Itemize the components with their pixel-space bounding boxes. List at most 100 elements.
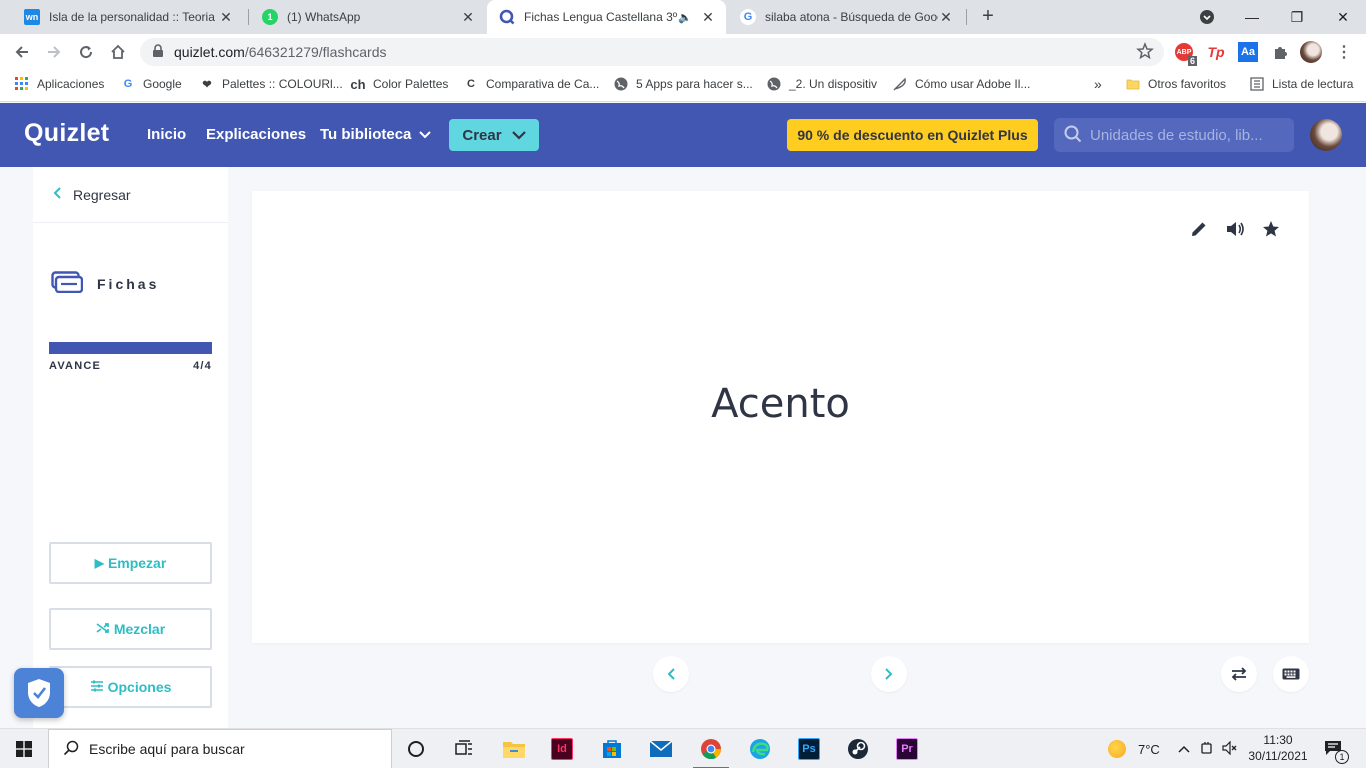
microsoft-store-taskbar-icon[interactable] xyxy=(588,729,636,768)
puzzle-extensions-icon[interactable] xyxy=(1270,42,1290,62)
bookmark-palettes-colourl[interactable]: ❤ Palettes :: COLOURl... xyxy=(199,70,342,98)
security-shield-icon[interactable] xyxy=(14,668,64,718)
windows-start-button[interactable] xyxy=(0,729,48,768)
taskbar-clock[interactable]: 11:30 30/11/2021 xyxy=(1248,732,1308,764)
edit-pencil-icon[interactable] xyxy=(1187,217,1211,241)
adblock-extension-icon[interactable]: ABP 6 xyxy=(1174,42,1197,66)
tab-quizlet-fichas[interactable]: Fichas Lengua Castellana 3º ... 🔈 ✕ xyxy=(487,0,726,34)
flip-swap-button[interactable] xyxy=(1221,656,1257,692)
tab-isla-personalidad[interactable]: wn Isla de la personalidad :: Teoria TI … xyxy=(12,0,244,34)
create-button[interactable]: Crear xyxy=(449,119,539,151)
nav-inicio[interactable]: Inicio xyxy=(147,126,186,143)
chrome-taskbar-icon[interactable] xyxy=(687,729,735,768)
new-tab-button[interactable]: + xyxy=(976,5,1000,29)
quizlet-header: Quizlet Inicio Explicaciones Tu bibliote… xyxy=(0,103,1366,167)
keyboard-shortcuts-button[interactable] xyxy=(1273,656,1309,692)
start-button[interactable]: ▶ Empezar xyxy=(49,542,212,584)
wn-favicon-icon: wn xyxy=(24,9,40,25)
restore-button[interactable]: ❐ xyxy=(1274,0,1320,34)
notification-count: 1 xyxy=(1335,749,1349,764)
bookmark-color-palettes[interactable]: ch Color Palettes xyxy=(350,70,448,98)
tp-extension-icon[interactable]: Tp xyxy=(1206,42,1226,62)
profile-avatar[interactable] xyxy=(1300,41,1322,63)
windows-search-input[interactable] xyxy=(89,741,379,757)
bookmark-google[interactable]: G Google xyxy=(120,70,182,98)
tab-whatsapp[interactable]: 1 (1) WhatsApp ✕ xyxy=(250,0,486,34)
close-window-button[interactable]: ✕ xyxy=(1320,0,1366,34)
bookmark-aplicaciones[interactable]: Aplicaciones xyxy=(14,70,104,98)
cortana-button[interactable] xyxy=(392,729,440,768)
nav-explicaciones[interactable]: Explicaciones xyxy=(206,126,306,143)
bookmark-adobe-illustrator[interactable]: Cómo usar Adobe Il... xyxy=(892,70,1030,98)
tab-title: Isla de la personalidad :: Teoria TI xyxy=(49,10,218,24)
chevron-up-icon[interactable] xyxy=(1178,742,1190,756)
lock-icon[interactable] xyxy=(152,43,164,61)
reload-icon[interactable] xyxy=(72,38,100,66)
home-icon[interactable] xyxy=(104,38,132,66)
audio-speaker-icon[interactable] xyxy=(1223,217,1247,241)
shuffle-icon xyxy=(96,622,110,637)
aa-extension-icon[interactable]: Aa xyxy=(1238,42,1258,62)
edge-taskbar-icon[interactable] xyxy=(736,729,784,768)
close-icon[interactable]: ✕ xyxy=(938,9,954,26)
tab-title: (1) WhatsApp xyxy=(287,10,361,24)
previous-card-button[interactable] xyxy=(653,656,689,692)
back-arrow-icon[interactable] xyxy=(8,38,36,66)
file-explorer-taskbar-icon[interactable] xyxy=(490,729,538,768)
tab-title: silaba atona - Búsqueda de Google xyxy=(765,10,938,24)
weather-sun-icon[interactable] xyxy=(1108,740,1126,758)
heart-icon: ❤ xyxy=(202,78,212,91)
search-icon xyxy=(63,740,79,759)
star-favorite-icon[interactable] xyxy=(1259,217,1283,241)
menu-kebab-icon[interactable]: ⋮ xyxy=(1334,42,1354,62)
study-mode-selector[interactable]: Fichas xyxy=(51,271,159,296)
play-icon: ▶ xyxy=(94,556,104,570)
bookmark-otros-favoritos[interactable]: Otros favoritos xyxy=(1125,70,1226,98)
volume-muted-icon[interactable] xyxy=(1222,740,1238,758)
tab-google-search[interactable]: G silaba atona - Búsqueda de Google ✕ xyxy=(728,0,964,34)
bookmark-un-dispositiv[interactable]: _2. Un dispositiv xyxy=(766,70,877,98)
action-center-button[interactable]: 1 xyxy=(1312,729,1354,768)
address-bar[interactable]: quizlet.com/646321279/flashcards xyxy=(140,38,1164,66)
premiere-taskbar-icon[interactable]: Pr xyxy=(883,729,931,768)
bookmarks-overflow-button[interactable]: » xyxy=(1094,70,1102,98)
bookmark-comparativa[interactable]: C Comparativa de Ca... xyxy=(463,70,599,98)
reading-list-button[interactable]: Lista de lectura xyxy=(1249,70,1353,98)
speaker-icon[interactable]: 🔈 xyxy=(678,11,692,24)
windows-search-box[interactable] xyxy=(48,729,392,768)
quizlet-logo[interactable]: Quizlet xyxy=(24,119,109,148)
quizlet-plus-promo-button[interactable]: 90 % de descuento en Quizlet Plus xyxy=(787,119,1038,151)
whatsapp-favicon-icon: 1 xyxy=(262,9,278,25)
study-mode-label: Fichas xyxy=(97,275,160,292)
options-button[interactable]: Opciones xyxy=(49,666,212,708)
user-avatar[interactable] xyxy=(1310,119,1342,151)
close-icon[interactable]: ✕ xyxy=(700,9,716,26)
back-link[interactable]: Regresar xyxy=(33,167,228,223)
system-tray: 7°C xyxy=(1108,729,1238,768)
bookmark-star-icon[interactable] xyxy=(1136,41,1154,63)
browser-tab-strip: wn Isla de la personalidad :: Teoria TI … xyxy=(0,0,1366,34)
nav-tu-biblioteca[interactable]: Tu biblioteca xyxy=(320,126,432,143)
photoshop-taskbar-icon[interactable]: Ps xyxy=(785,729,833,768)
progress-fill xyxy=(49,342,212,354)
quizlet-search-box[interactable] xyxy=(1054,118,1294,152)
study-sidebar: Regresar Fichas AVANCE 4/4 ▶ Empezar Mez… xyxy=(33,167,228,728)
close-icon[interactable]: ✕ xyxy=(218,9,234,26)
task-view-button[interactable] xyxy=(440,729,488,768)
steam-taskbar-icon[interactable] xyxy=(834,729,882,768)
shuffle-button[interactable]: Mezclar xyxy=(49,608,212,650)
minimize-button[interactable]: — xyxy=(1229,0,1275,34)
close-icon[interactable]: ✕ xyxy=(460,9,476,26)
search-input[interactable] xyxy=(1090,126,1290,144)
battery-plug-icon[interactable] xyxy=(1200,741,1214,758)
forward-arrow-icon[interactable] xyxy=(40,38,68,66)
weather-temperature[interactable]: 7°C xyxy=(1138,742,1160,757)
flashcard[interactable]: Acento xyxy=(252,191,1309,643)
indesign-taskbar-icon[interactable]: Id xyxy=(538,729,586,768)
apps-grid-icon xyxy=(14,76,30,92)
mail-taskbar-icon[interactable] xyxy=(637,729,685,768)
tab-search-button[interactable] xyxy=(1184,0,1230,34)
bookmark-5-apps[interactable]: 5 Apps para hacer s... xyxy=(613,70,753,98)
next-card-button[interactable] xyxy=(871,656,907,692)
sliders-icon xyxy=(90,680,104,695)
